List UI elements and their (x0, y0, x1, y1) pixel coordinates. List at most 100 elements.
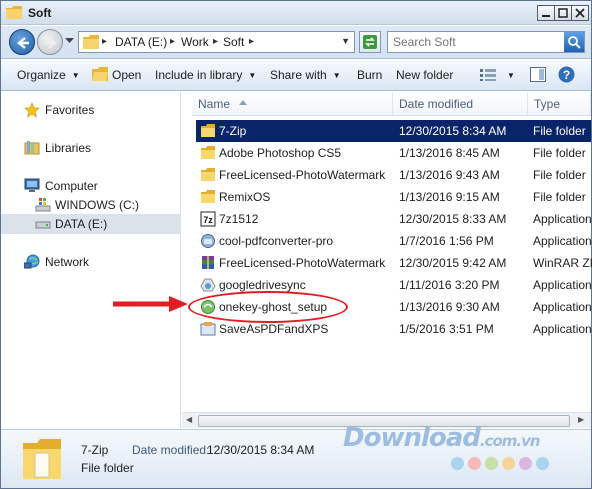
minimize-button[interactable] (537, 5, 555, 21)
column-header-type[interactable]: Type (528, 92, 591, 116)
file-name: FreeLicensed-PhotoWatermark (219, 168, 386, 182)
search-box[interactable] (387, 31, 585, 53)
details-file-name: 7-Zip (81, 443, 109, 457)
help-icon[interactable]: ? (558, 66, 575, 83)
scroll-left-icon[interactable]: ◀ (186, 415, 192, 424)
nav-item-windows-drive[interactable]: WINDOWS (C:) (1, 195, 181, 215)
view-dropdown-icon[interactable]: ▼ (507, 71, 515, 80)
forward-button[interactable] (37, 29, 63, 55)
office-installer-icon (200, 322, 216, 336)
file-type: File folder (533, 146, 586, 160)
breadcrumb-chevron-icon[interactable]: ▸ (213, 36, 218, 47)
address-bar[interactable]: ▸ DATA (E:) ▸ Work ▸ Soft ▸ ▼ (78, 31, 355, 53)
details-date-value: 12/30/2015 8:34 AM (207, 443, 315, 457)
address-dropdown-icon[interactable]: ▼ (341, 36, 350, 46)
watermark-dot (502, 457, 515, 470)
svg-text:7z: 7z (203, 215, 213, 225)
recent-pages-dropdown-icon[interactable] (65, 38, 74, 44)
nav-item-data-drive[interactable]: DATA (E:) (1, 214, 181, 234)
refresh-icon (363, 35, 377, 49)
nav-label-libraries: Libraries (45, 141, 92, 155)
burn-button[interactable]: Burn (357, 68, 382, 82)
breadcrumb-data-drive[interactable]: DATA (E:) (115, 35, 167, 49)
file-type: Application (533, 212, 592, 226)
file-row[interactable]: 7-Zip 12/30/2015 8:34 AM File folder (196, 120, 591, 142)
nav-item-favorites[interactable]: Favorites (1, 100, 181, 120)
watermark-suffix: .com.vn (479, 432, 541, 450)
column-header-type-label: Type (534, 97, 561, 111)
nav-label-favorites: Favorites (45, 103, 95, 117)
breadcrumb-chevron-icon[interactable]: ▸ (102, 36, 107, 47)
google-drive-icon (200, 278, 216, 292)
folder-icon (201, 124, 215, 137)
sort-ascending-icon (239, 100, 247, 105)
chevron-down-icon: ▼ (332, 71, 341, 80)
nav-item-network[interactable]: Network (1, 252, 181, 272)
organize-button[interactable]: Organize ▼ (17, 68, 80, 82)
folder-icon (83, 35, 99, 49)
large-folder-icon (23, 439, 61, 479)
file-row[interactable]: Adobe Photoshop CS5 1/13/2016 8:45 AM File… (196, 142, 591, 164)
file-date-modified: 1/13/2016 9:43 AM (399, 168, 500, 182)
share-with-label: Share with (270, 68, 327, 82)
star-icon (24, 102, 40, 118)
open-button[interactable]: Open (112, 68, 141, 82)
nav-item-computer[interactable]: Computer (1, 176, 181, 196)
back-button[interactable] (9, 29, 35, 55)
highlight-ellipse (188, 291, 348, 323)
column-header-name-label: Name (198, 97, 231, 111)
breadcrumb-chevron-icon[interactable]: ▸ (249, 36, 254, 47)
refresh-button[interactable] (359, 31, 381, 53)
file-row[interactable]: cool-pdfconverter-pro 1/7/2016 1:56 PM App… (196, 230, 592, 252)
file-row[interactable]: 7z 7z1512 12/30/2015 8:33 AM Application (196, 208, 592, 230)
installer-app-icon (201, 234, 215, 248)
file-row[interactable]: FreeLicensed-PhotoWatermark 1/13/2016 9:4… (196, 164, 591, 186)
computer-icon (24, 178, 40, 192)
share-with-button[interactable]: Share with ▼ (270, 68, 341, 82)
preview-pane-icon[interactable] (530, 67, 546, 82)
include-in-library-button[interactable]: Include in library ▼ (155, 68, 256, 82)
file-name: cool-pdfconverter-pro (219, 234, 334, 248)
nav-label-data-drive: DATA (E:) (55, 217, 108, 231)
breadcrumb-soft[interactable]: Soft (223, 35, 244, 49)
scroll-right-icon[interactable]: ▶ (578, 415, 584, 424)
search-input[interactable] (388, 32, 564, 52)
file-row[interactable]: FreeLicensed-PhotoWatermark 12/30/2015 9:… (196, 252, 592, 274)
search-button[interactable] (564, 32, 584, 52)
column-header-date-label: Date modified (399, 97, 474, 111)
file-date-modified: 1/13/2016 8:45 AM (399, 146, 500, 160)
network-icon (24, 254, 40, 269)
column-header-date-modified[interactable]: Date modified (393, 92, 528, 116)
forward-arrow-icon (45, 37, 57, 49)
navigation-pane: Favorites Libraries Computer WINDOWS (C:… (1, 92, 181, 428)
details-date-label: Date modified: (132, 443, 210, 457)
winrar-archive-icon (202, 256, 214, 269)
view-options-icon[interactable] (480, 69, 496, 81)
file-type: WinRAR ZIP (533, 256, 592, 270)
nav-label-windows-drive: WINDOWS (C:) (55, 198, 139, 212)
svg-text:?: ? (563, 68, 570, 82)
new-folder-button[interactable]: New folder (396, 68, 453, 82)
close-button[interactable] (571, 5, 589, 21)
file-name: 7-Zip (219, 124, 247, 138)
nav-label-network: Network (45, 255, 90, 269)
file-row[interactable]: RemixOS 1/13/2016 9:15 AM File folder (196, 186, 591, 208)
column-header-name[interactable]: Name (192, 92, 393, 116)
title-bar: Soft (1, 1, 591, 25)
watermark-dot (519, 457, 532, 470)
file-name: Adobe Photoshop CS5 (219, 146, 342, 160)
breadcrumb-chevron-icon[interactable]: ▸ (170, 36, 175, 47)
file-name: FreeLicensed-PhotoWatermark (219, 256, 386, 270)
chevron-down-icon: ▼ (248, 71, 257, 80)
organize-label: Organize (17, 68, 66, 82)
include-in-library-label: Include in library (155, 68, 243, 82)
maximize-button[interactable] (554, 5, 572, 21)
windows-drive-icon (35, 198, 51, 212)
nav-item-libraries[interactable]: Libraries (1, 138, 181, 158)
address-toolbar: ▸ DATA (E:) ▸ Work ▸ Soft ▸ ▼ (1, 26, 591, 59)
file-date-modified: 12/30/2015 8:33 AM (399, 212, 507, 226)
open-folder-icon (92, 67, 108, 81)
breadcrumb-work[interactable]: Work (181, 35, 209, 49)
file-date-modified: 12/30/2015 8:34 AM (399, 124, 507, 138)
maximize-icon (558, 8, 568, 18)
